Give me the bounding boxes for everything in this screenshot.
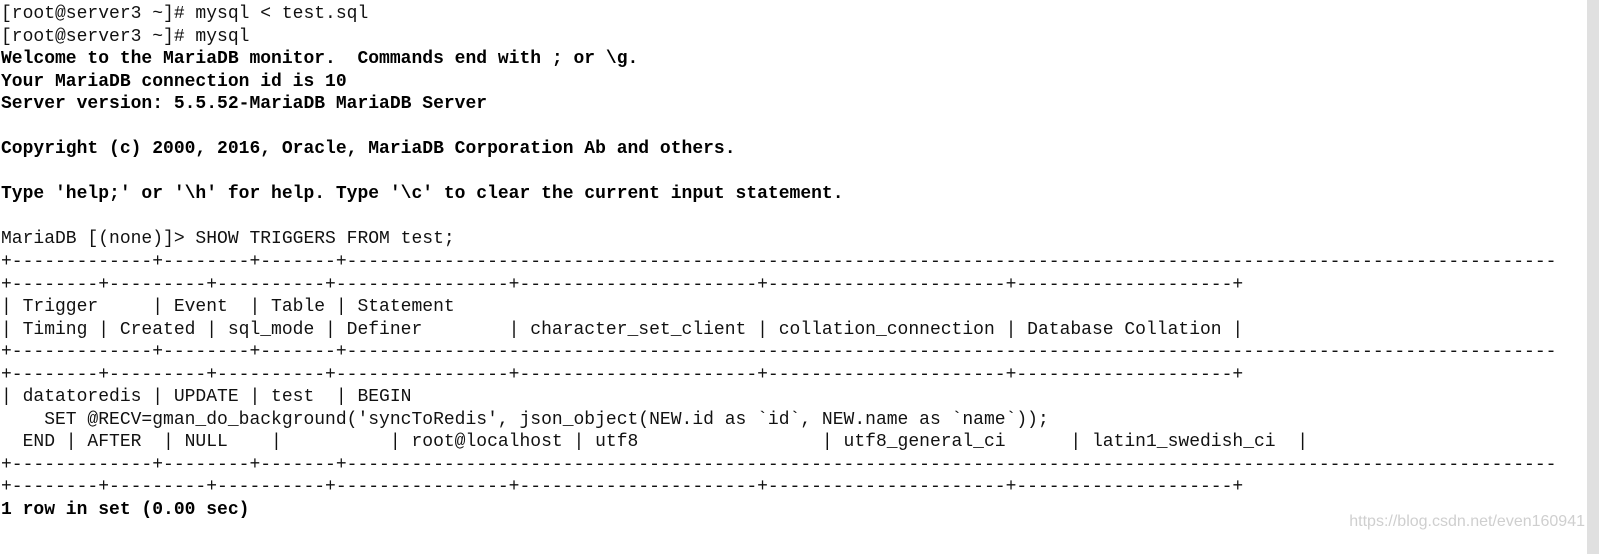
copyright-message: Copyright (c) 2000, 2016, Oracle, MariaD… <box>1 139 736 160</box>
welcome-message: Welcome to the MariaDB monitor. Commands… <box>1 49 639 70</box>
table-border: +--------+---------+----------+---------… <box>1 477 1244 498</box>
terminal-output[interactable]: [root@server3 ~]# mysql < test.sql [root… <box>1 3 1557 522</box>
shell-command-line: [root@server3 ~]# mysql <box>1 26 250 47</box>
help-message: Type 'help;' or '\h' for help. Type '\c'… <box>1 184 844 205</box>
result-summary: 1 row in set (0.00 sec) <box>1 500 250 521</box>
shell-command-line: [root@server3 ~]# mysql < test.sql <box>1 4 369 24</box>
server-version-message: Server version: 5.5.52-MariaDB MariaDB S… <box>1 94 488 115</box>
table-border: +-------------+--------+-------+--------… <box>1 342 1557 363</box>
table-border: +--------+---------+----------+---------… <box>1 274 1244 295</box>
vertical-scrollbar[interactable] <box>1587 0 1599 554</box>
table-border: +--------+---------+----------+---------… <box>1 364 1244 385</box>
table-row: | datatoredis | UPDATE | test | BEGIN <box>1 387 412 408</box>
sql-prompt-line: MariaDB [(none)]> SHOW TRIGGERS FROM tes… <box>1 229 455 250</box>
table-header: | Timing | Created | sql_mode | Definer … <box>1 319 1244 340</box>
table-row: END | AFTER | NULL | | root@localhost | … <box>1 432 1309 453</box>
table-border: +-------------+--------+-------+--------… <box>1 252 1557 273</box>
table-header: | Trigger | Event | Table | Statement <box>1 297 455 318</box>
table-border: +-------------+--------+-------+--------… <box>1 454 1557 475</box>
watermark: https://blog.csdn.net/even160941 <box>1349 513 1585 530</box>
table-row: SET @RECV=gman_do_background('syncToRedi… <box>1 409 1049 430</box>
connection-id-message: Your MariaDB connection id is 10 <box>1 71 347 92</box>
